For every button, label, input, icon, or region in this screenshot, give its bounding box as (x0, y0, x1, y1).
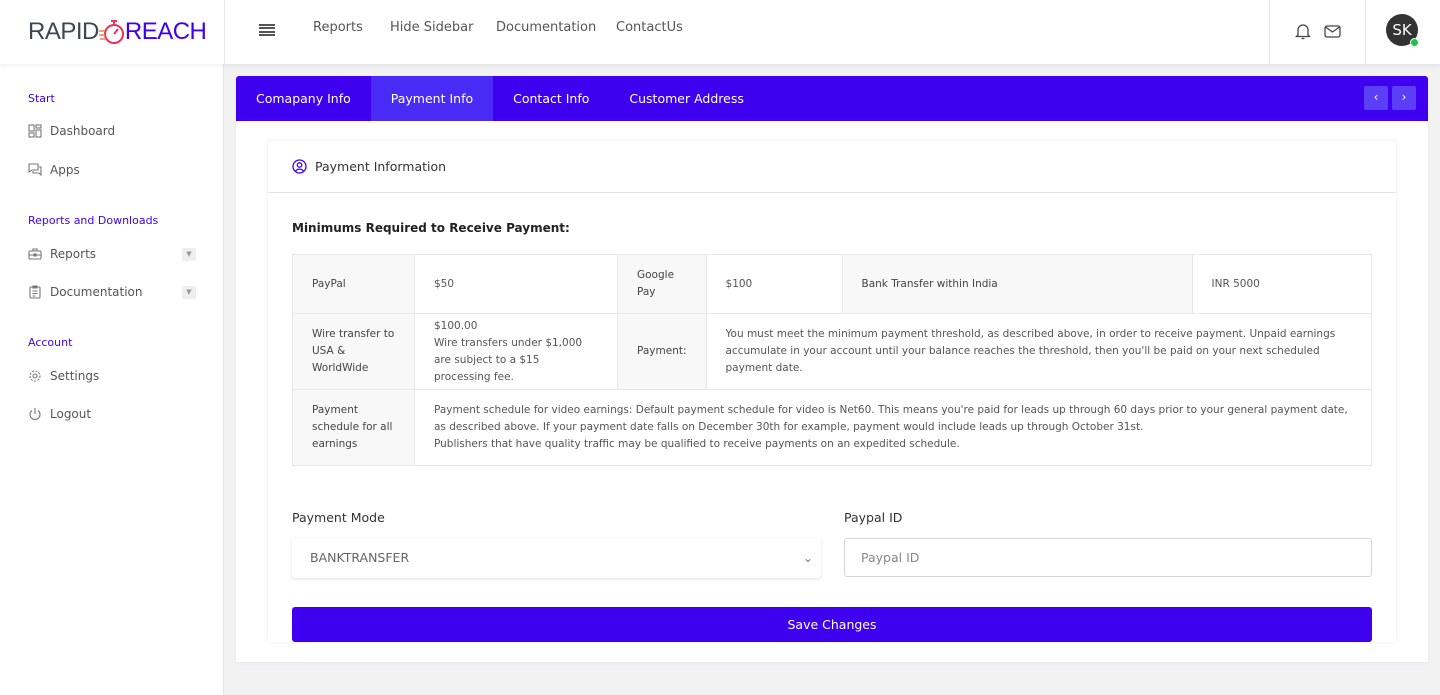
card-title: Payment Information (315, 159, 447, 174)
chevron-down-icon: ⌄ (802, 551, 813, 565)
sidebar-item-label: Dashboard (50, 124, 116, 138)
top-bar: RAPID REACH Reports Hide Sidebar Documen… (0, 0, 1440, 64)
sidebar-item-label: Apps (50, 163, 80, 177)
chevron-down-icon[interactable]: ▼ (182, 285, 196, 299)
minimums-heading: Minimums Required to Receive Payment: (292, 221, 570, 235)
bell-icon[interactable] (1295, 23, 1311, 40)
divider (1269, 0, 1270, 64)
stopwatch-logo-icon (98, 20, 124, 44)
chevron-left-icon[interactable]: ‹ (1364, 86, 1388, 110)
sidebar-item-label: Settings (50, 369, 100, 383)
paypal-value: $50 (414, 254, 618, 314)
chevron-down-icon[interactable]: ▼ (182, 247, 196, 261)
tab-contact-info[interactable]: Contact Info (493, 76, 609, 121)
bank-transfer-value: INR 5000 (1191, 254, 1373, 314)
payment-mode-label: Payment Mode (292, 510, 385, 525)
paypal-id-label: Paypal ID (844, 510, 903, 525)
tab-customer-address[interactable]: Customer Address (609, 76, 763, 121)
chevron-right-icon[interactable]: › (1392, 86, 1416, 110)
nav-documentation[interactable]: Documentation (496, 20, 596, 35)
divider (1365, 0, 1366, 64)
payment-mode-value: BANKTRANSFER (310, 550, 410, 565)
logo[interactable]: RAPID REACH (28, 18, 207, 46)
divider (224, 0, 225, 64)
chat-icon (28, 163, 42, 177)
sidebar-item-documentation[interactable]: Documentation ▼ (28, 285, 196, 299)
wire-transfer-label: Wire transfer to USA & WorldWide (292, 313, 415, 390)
nav-hide-sidebar[interactable]: Hide Sidebar (390, 20, 473, 35)
payment-label: Payment: (617, 313, 707, 390)
sidebar-section-account: Account (28, 336, 73, 349)
user-circle-icon (292, 159, 307, 174)
payment-information-card: Payment Information Minimums Required to… (268, 141, 1396, 642)
nav-reports[interactable]: Reports (313, 20, 363, 35)
tab-company-info[interactable]: Comapany Info (236, 76, 371, 121)
sidebar-item-reports[interactable]: Reports ▼ (28, 247, 196, 261)
save-changes-button[interactable]: Save Changes (292, 607, 1372, 642)
sidebar-section-start: Start (28, 92, 55, 105)
sidebar-section-reports: Reports and Downloads (28, 214, 159, 227)
table-row: PayPal $50 Google Pay $100 Bank Transfer… (292, 254, 1373, 314)
sidebar-item-dashboard[interactable]: Dashboard (28, 124, 196, 138)
paypal-id-input[interactable]: Paypal ID (844, 538, 1372, 577)
payment-mode-select[interactable]: BANKTRANSFER ⌄ (292, 538, 821, 578)
tab-payment-info[interactable]: Payment Info (370, 76, 494, 121)
paypal-label: PayPal (292, 254, 415, 314)
main-panel: Comapany Info Payment Info Contact Info … (236, 76, 1428, 662)
google-pay-value: $100 (705, 254, 843, 314)
power-icon (29, 408, 41, 421)
payment-minimums-table: PayPal $50 Google Pay $100 Bank Transfer… (292, 254, 1373, 466)
sidebar-item-label: Logout (50, 407, 92, 421)
mail-icon[interactable] (1324, 25, 1341, 38)
schedule-label: Payment schedule for all earnings (292, 389, 415, 466)
tab-bar: Comapany Info Payment Info Contact Info … (236, 76, 1428, 121)
card-header: Payment Information (268, 141, 1396, 193)
sidebar-item-settings[interactable]: Settings (28, 369, 196, 383)
google-pay-label: Google Pay (617, 254, 707, 314)
wire-note: Wire transfers under $1,000 are subject … (434, 336, 583, 383)
sidebar-item-label: Documentation (50, 285, 143, 299)
briefcase-icon (28, 248, 42, 260)
online-status-dot (1410, 38, 1419, 47)
schedule-line: Publishers that have quality traffic may… (434, 438, 960, 450)
sidebar-item-label: Reports (50, 247, 97, 261)
sidebar-item-logout[interactable]: Logout (28, 407, 196, 421)
clipboard-icon (29, 285, 41, 299)
table-row: Payment schedule for all earnings Paymen… (292, 389, 1372, 466)
wire-amount: $100.00 (434, 319, 478, 332)
schedule-line: Payment schedule for video earnings: Def… (434, 404, 1348, 433)
table-row: Wire transfer to USA & WorldWide $100.00… (292, 313, 1373, 390)
nav-contactus[interactable]: ContactUs (616, 20, 683, 35)
wire-transfer-value: $100.00 Wire transfers under $1,000 are s… (414, 313, 618, 390)
sidebar-item-apps[interactable]: Apps (28, 163, 196, 177)
schedule-text: Payment schedule for video earnings: Def… (414, 389, 1372, 466)
sidebar: Start Dashboard Apps Reports and Downloa… (0, 64, 224, 695)
bank-transfer-label: Bank Transfer within India (841, 254, 1193, 314)
grid-icon (28, 124, 42, 138)
gear-icon (29, 370, 41, 382)
menu-toggle-icon[interactable] (259, 24, 275, 37)
payment-text: You must meet the minimum payment thresh… (705, 313, 1373, 390)
